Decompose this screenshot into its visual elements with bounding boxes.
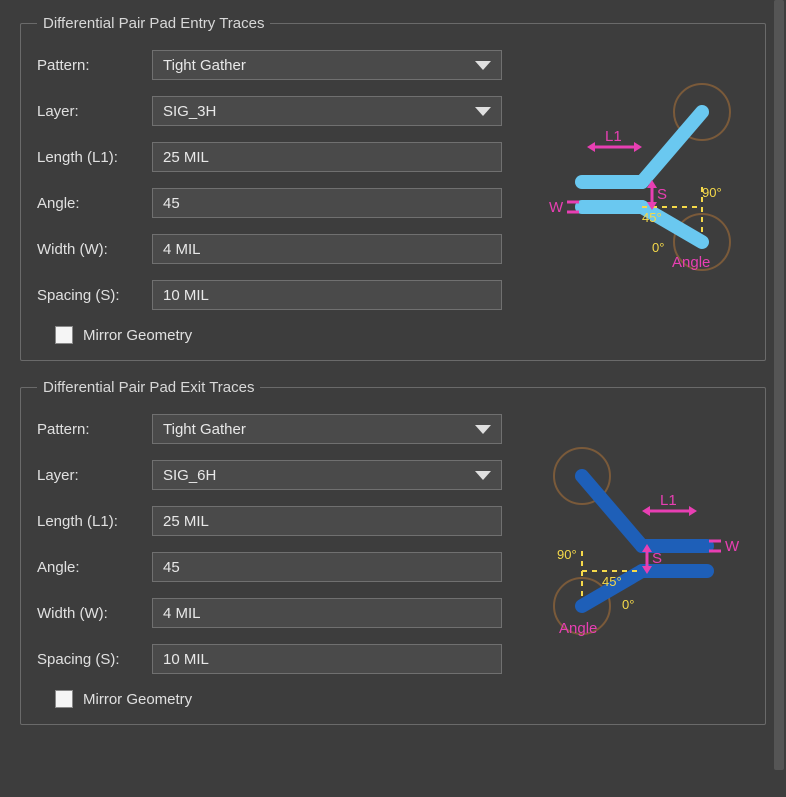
- svg-text:45°: 45°: [602, 574, 622, 589]
- pattern-label: Pattern:: [37, 57, 152, 74]
- svg-text:0°: 0°: [652, 240, 664, 255]
- dropdown-icon: [475, 61, 491, 70]
- svg-text:Angle: Angle: [672, 254, 710, 271]
- svg-text:W: W: [549, 199, 564, 216]
- length-label: Length (L1):: [37, 513, 152, 530]
- spacing-label: Spacing (S):: [37, 287, 152, 304]
- layer-dropdown[interactable]: SIG_6H: [152, 460, 502, 490]
- pattern-value: Tight Gather: [163, 57, 246, 74]
- spacing-value: 10 MIL: [163, 287, 209, 304]
- spacing-label: Spacing (S):: [37, 651, 152, 668]
- svg-text:Angle: Angle: [559, 620, 597, 637]
- svg-text:S: S: [652, 550, 662, 567]
- angle-label: Angle:: [37, 559, 152, 576]
- pattern-label: Pattern:: [37, 421, 152, 438]
- width-input[interactable]: 4 MIL: [152, 234, 502, 264]
- exit-traces-group: Differential Pair Pad Exit Traces Patter…: [20, 379, 766, 725]
- exit-traces-legend: Differential Pair Pad Exit Traces: [37, 379, 260, 396]
- mirror-geometry-checkbox[interactable]: [55, 690, 73, 708]
- spacing-value: 10 MIL: [163, 651, 209, 668]
- svg-text:90°: 90°: [702, 185, 722, 200]
- layer-dropdown[interactable]: SIG_3H: [152, 96, 502, 126]
- svg-text:90°: 90°: [557, 547, 577, 562]
- width-label: Width (W):: [37, 241, 152, 258]
- svg-text:L1: L1: [605, 128, 622, 145]
- length-value: 25 MIL: [163, 513, 209, 530]
- entry-traces-group: Differential Pair Pad Entry Traces Patte…: [20, 15, 766, 361]
- width-label: Width (W):: [37, 605, 152, 622]
- dropdown-icon: [475, 425, 491, 434]
- layer-value: SIG_3H: [163, 103, 216, 120]
- layer-value: SIG_6H: [163, 467, 216, 484]
- svg-text:0°: 0°: [622, 597, 634, 612]
- angle-value: 45: [163, 195, 180, 212]
- mirror-geometry-checkbox[interactable]: [55, 326, 73, 344]
- layer-label: Layer:: [37, 103, 152, 120]
- width-value: 4 MIL: [163, 605, 201, 622]
- pattern-dropdown[interactable]: Tight Gather: [152, 50, 502, 80]
- angle-label: Angle:: [37, 195, 152, 212]
- length-value: 25 MIL: [163, 149, 209, 166]
- pattern-value: Tight Gather: [163, 421, 246, 438]
- angle-input[interactable]: 45: [152, 552, 502, 582]
- width-input[interactable]: 4 MIL: [152, 598, 502, 628]
- entry-traces-legend: Differential Pair Pad Entry Traces: [37, 15, 270, 32]
- exit-diagram: L1 S W 45° 90° 0° Angle: [547, 441, 747, 641]
- pattern-dropdown[interactable]: Tight Gather: [152, 414, 502, 444]
- length-label: Length (L1):: [37, 149, 152, 166]
- angle-value: 45: [163, 559, 180, 576]
- length-input[interactable]: 25 MIL: [152, 142, 502, 172]
- spacing-input[interactable]: 10 MIL: [152, 280, 502, 310]
- svg-text:L1: L1: [660, 492, 677, 509]
- svg-text:W: W: [725, 538, 740, 555]
- angle-input[interactable]: 45: [152, 188, 502, 218]
- mirror-geometry-label: Mirror Geometry: [83, 691, 192, 708]
- entry-diagram: L1 S W 45° 90° 0° Angle: [547, 77, 747, 277]
- layer-label: Layer:: [37, 467, 152, 484]
- svg-text:S: S: [657, 186, 667, 203]
- width-value: 4 MIL: [163, 241, 201, 258]
- vertical-scrollbar[interactable]: [774, 0, 784, 770]
- spacing-input[interactable]: 10 MIL: [152, 644, 502, 674]
- mirror-geometry-label: Mirror Geometry: [83, 327, 192, 344]
- svg-text:45°: 45°: [642, 210, 662, 225]
- length-input[interactable]: 25 MIL: [152, 506, 502, 536]
- dropdown-icon: [475, 471, 491, 480]
- dropdown-icon: [475, 107, 491, 116]
